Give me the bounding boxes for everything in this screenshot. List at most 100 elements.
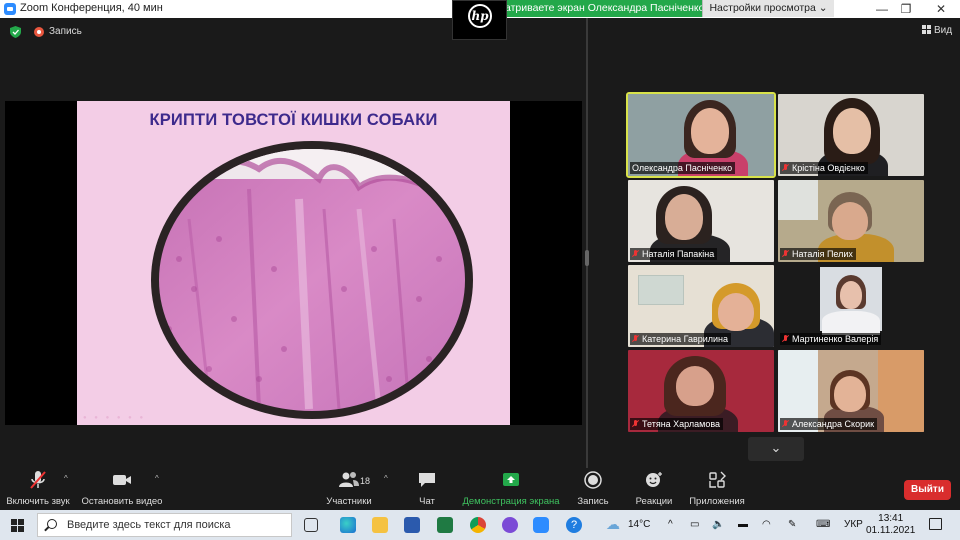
video-camera-icon xyxy=(113,475,131,485)
view-label: Вид xyxy=(934,25,953,36)
unmute-label: Включить звук xyxy=(6,496,70,507)
participants-count: 18 xyxy=(360,476,371,486)
participant-name: Катерина Гаврилина xyxy=(630,333,732,345)
participant-tile[interactable]: Катерина Гаврилина xyxy=(628,265,774,347)
clock-time: 13:41 xyxy=(878,513,904,524)
participant-tile[interactable]: Олександра Пасніченко xyxy=(626,92,776,178)
apps-label: Приложения xyxy=(689,496,745,507)
participant-tile[interactable]: Наталія Папакіна xyxy=(628,180,774,262)
windows-start-icon[interactable] xyxy=(11,519,24,532)
excel-icon[interactable] xyxy=(437,517,453,533)
video-options-caret[interactable]: ^ xyxy=(155,474,159,483)
audio-options-caret[interactable]: ^ xyxy=(64,474,68,483)
edge-browser-icon[interactable] xyxy=(340,517,356,533)
share-screen-button[interactable]: Демонстрация экрана xyxy=(460,468,562,510)
participant-tile[interactable]: Крістіна Овдієнко xyxy=(778,94,924,176)
gallery-next-page-button[interactable]: ⌄ xyxy=(748,437,804,461)
muted-mic-icon xyxy=(632,420,639,428)
wifi-icon[interactable]: ◠ xyxy=(762,519,771,530)
participant-tile[interactable]: Тетяна Харламова xyxy=(628,350,774,432)
volume-icon[interactable]: 🔈 xyxy=(712,519,724,530)
window-title: Zoom Конференция, 40 мин xyxy=(20,2,163,14)
view-button[interactable]: Вид xyxy=(922,25,952,36)
search-icon xyxy=(47,519,57,529)
reactions-label: Реакции xyxy=(635,496,673,507)
muted-microphone-icon xyxy=(30,471,46,489)
muted-mic-icon xyxy=(782,164,789,172)
grid-icon xyxy=(922,25,931,34)
battery-icon[interactable]: ▬ xyxy=(738,519,748,530)
muted-mic-icon xyxy=(782,250,789,258)
participant-name: Наталія Папакіна xyxy=(630,248,718,260)
chat-button[interactable]: Чат xyxy=(412,468,442,510)
participant-tile[interactable]: Мартиненко Валерія xyxy=(778,265,924,347)
network-icon[interactable]: ▭ xyxy=(690,519,699,530)
leave-meeting-button[interactable]: Выйти xyxy=(904,480,951,500)
participants-icon xyxy=(339,472,359,487)
stop-video-label: Остановить видео xyxy=(81,496,163,507)
notifications-icon[interactable] xyxy=(929,518,942,530)
chat-label: Чат xyxy=(419,496,435,507)
participant-name: Наталія Пелих xyxy=(780,248,856,260)
share-screen-label: Демонстрация экрана xyxy=(462,496,560,507)
split-view-divider[interactable] xyxy=(586,18,588,468)
micrograph-image xyxy=(151,141,473,419)
zoom-taskbar-icon[interactable] xyxy=(533,517,549,533)
meeting-toolbar: Включить звук ^ Остановить видео ^ Участ… xyxy=(0,468,960,510)
maximize-button[interactable]: ❐ xyxy=(891,1,921,17)
presentation-slide: КРИПТИ ТОВСТОЇ КИШКИ СОБАКИ ● ● ● ● ● ● xyxy=(77,101,510,425)
participant-name: Тетяна Харламова xyxy=(630,418,724,430)
file-explorer-icon[interactable] xyxy=(372,517,388,533)
participant-name: Александра Скорик xyxy=(780,418,878,430)
unmute-button[interactable]: Включить звук xyxy=(6,468,70,510)
apps-icon xyxy=(709,471,726,488)
chevron-down-icon: ⌄ xyxy=(770,440,782,455)
search-placeholder: Введите здесь текст для поиска xyxy=(67,519,231,531)
chrome-icon[interactable] xyxy=(470,517,486,533)
self-view-thumbnail[interactable]: hp xyxy=(452,0,507,40)
apps-button[interactable]: Приложения xyxy=(688,468,746,510)
participants-options-caret[interactable]: ^ xyxy=(384,474,388,483)
task-view-icon[interactable] xyxy=(304,518,318,532)
close-button[interactable]: ✕ xyxy=(926,1,956,17)
record-icon xyxy=(584,471,602,489)
input-language[interactable]: УКР xyxy=(844,519,863,530)
muted-mic-icon xyxy=(782,420,789,428)
record-button[interactable]: Запись xyxy=(574,468,612,510)
pen-icon[interactable]: ✎ xyxy=(788,519,796,530)
recording-label: Запись xyxy=(49,26,82,37)
divider-handle[interactable] xyxy=(585,250,589,266)
muted-mic-icon xyxy=(632,250,639,258)
stop-video-button[interactable]: Остановить видео xyxy=(80,468,164,510)
reactions-button[interactable]: Реакции xyxy=(632,468,676,510)
participant-name: Крістіна Овдієнко xyxy=(780,162,868,174)
encryption-shield-icon[interactable] xyxy=(10,26,21,38)
weather-temperature[interactable]: 14°C xyxy=(628,519,650,530)
slide-title: КРИПТИ ТОВСТОЇ КИШКИ СОБАКИ xyxy=(149,111,438,129)
muted-mic-icon xyxy=(782,335,789,343)
recording-icon xyxy=(34,27,44,37)
participant-tile[interactable]: Александра Скорик xyxy=(778,350,924,432)
zoom-app-icon xyxy=(4,3,16,15)
keyboard-icon[interactable]: ⌨ xyxy=(816,519,830,530)
viber-icon[interactable] xyxy=(502,517,518,533)
word-icon[interactable] xyxy=(404,517,420,533)
show-hidden-icons-chevron[interactable]: ^ xyxy=(668,519,673,530)
shared-screen: КРИПТИ ТОВСТОЇ КИШКИ СОБАКИ ● ● ● ● ● ● xyxy=(5,101,582,425)
windows-taskbar: Введите здесь текст для поиска ? ☁ 14°C … xyxy=(0,510,960,540)
participants-button[interactable]: Участники xyxy=(322,468,376,510)
participant-name: Олександра Пасніченко xyxy=(630,162,736,174)
participants-label: Участники xyxy=(326,496,372,507)
view-options-dropdown[interactable]: Настройки просмотра ⌄ xyxy=(702,0,834,17)
clock-date: 01.11.2021 xyxy=(866,525,916,536)
chat-icon xyxy=(419,473,435,487)
participant-tile[interactable]: Наталія Пелих xyxy=(778,180,924,262)
slide-footer-decoration: ● ● ● ● ● ● xyxy=(83,415,147,421)
participant-name: Мартиненко Валерія xyxy=(780,333,882,345)
taskbar-clock[interactable]: 13:41 01.11.2021 xyxy=(866,513,915,537)
hp-logo: hp xyxy=(468,4,492,28)
share-screen-icon xyxy=(503,473,519,486)
weather-cloud-icon[interactable]: ☁ xyxy=(606,516,620,533)
help-icon[interactable]: ? xyxy=(566,517,582,533)
taskbar-search-box[interactable]: Введите здесь текст для поиска xyxy=(37,513,292,537)
